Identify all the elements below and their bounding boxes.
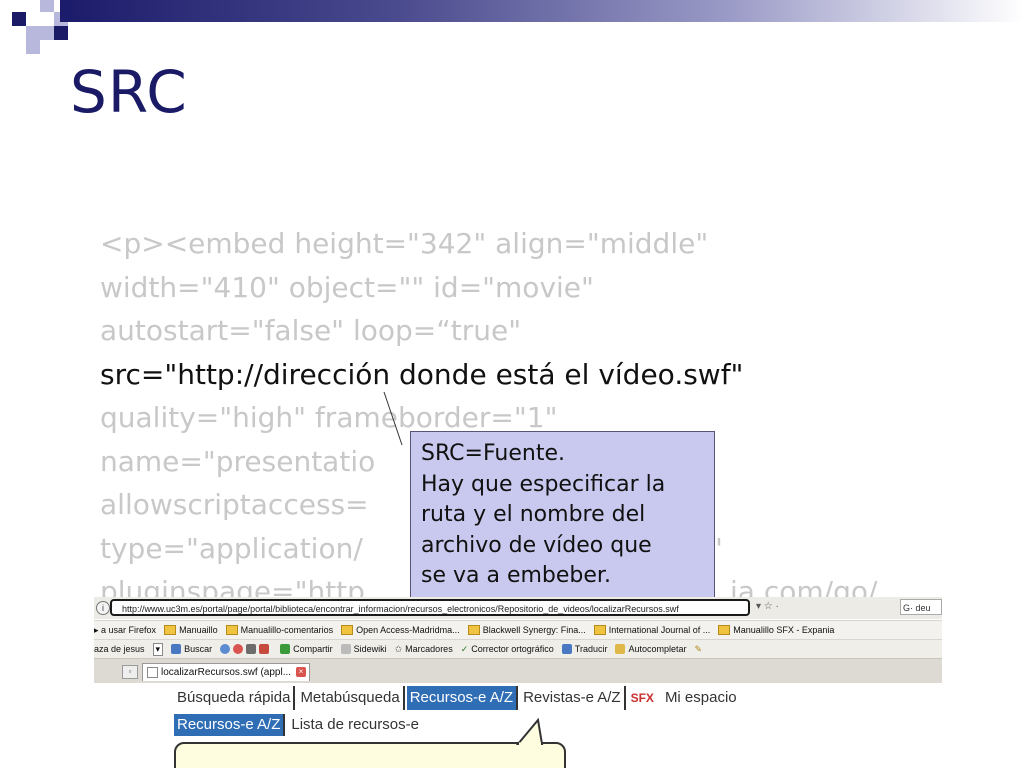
toolbar-label: Sidewiki — [353, 644, 387, 654]
toolbar-bookmarks-button[interactable]: ✩ Marcadores — [395, 644, 453, 655]
bookmark-label: Open Access-Madridma... — [356, 625, 460, 635]
check-icon: ✓ — [460, 643, 469, 654]
bookmark-label: Manualillo-comentarios — [240, 625, 334, 635]
bookmark-item[interactable]: Manuaillo — [164, 625, 218, 635]
folder-icon — [341, 625, 354, 635]
header-gradient-bar — [60, 0, 1024, 22]
bookmark-label: Manualillo SFX - Expania — [733, 625, 835, 635]
google-toolbar: aza de jesus ▾ Buscar Compartir Sidewiki… — [94, 639, 942, 658]
autofill-icon — [615, 644, 626, 654]
deco-square — [40, 0, 54, 12]
close-icon[interactable]: × — [296, 667, 306, 677]
speech-bubble — [174, 742, 566, 768]
star-icon: ✩ — [394, 643, 403, 654]
toolbar-spellcheck-button[interactable]: ✓ Corrector ortográfico — [461, 644, 554, 655]
bookmark-item[interactable]: Open Access-Madridma... — [341, 625, 460, 635]
bookmark-label: a usar Firefox — [101, 625, 157, 635]
deco-square — [54, 26, 68, 40]
bookmarks-bar: ▸ a usar Firefox Manuaillo Manualillo-co… — [94, 620, 942, 639]
bookmark-label: International Journal of ... — [608, 625, 711, 635]
callout-line: se va a embeber. — [421, 563, 611, 588]
nav-item-revistas-e[interactable]: Revistas-e A/Z — [520, 686, 626, 710]
toolbar-sidewiki-button[interactable]: Sidewiki — [340, 644, 387, 654]
slide-title: SRC — [70, 58, 188, 126]
toolbar-search-button[interactable]: Buscar — [171, 644, 212, 654]
sub-item-lista-recursos[interactable]: Lista de recursos-e — [288, 714, 422, 736]
callout-line: SRC=Fuente. — [421, 441, 565, 466]
bookmark-item[interactable]: Manualillo SFX - Expania — [718, 625, 834, 635]
nav-item-mi-espacio[interactable]: Mi espacio — [662, 686, 740, 710]
callout-box: SRC=Fuente. Hay que especificar la ruta … — [410, 431, 715, 601]
toolbar-pencil-button[interactable]: ✎ — [695, 644, 703, 655]
library-sub-menu: Recursos-e A/Z Lista de recursos-e — [174, 714, 425, 736]
callout-line: Hay que especificar la — [421, 471, 666, 497]
toolbar-label: Buscar — [184, 644, 213, 654]
bookmark-label: Manuaillo — [179, 625, 218, 635]
toolbar-label: Corrector ortográfico — [471, 644, 554, 654]
toolbar-label: Compartir — [293, 644, 333, 654]
folder-icon — [164, 625, 177, 635]
sub-item-recursos-e[interactable]: Recursos-e A/Z — [174, 714, 286, 736]
speech-bubble-tail — [516, 718, 544, 746]
code-line: <p><embed height="342" align="middle" — [100, 227, 709, 260]
callout-line: archivo de vídeo que — [421, 532, 652, 558]
heart-icon — [233, 644, 244, 654]
bookmark-label: Blackwell Synergy: Fina... — [482, 625, 586, 635]
home-icon — [246, 644, 257, 654]
callout-line: ruta y el nombre del — [421, 502, 646, 527]
tab-strip: ▫ localizarRecursos.swf (appl... × — [94, 658, 942, 683]
toolbar-translate-button[interactable]: Traducir — [561, 644, 608, 654]
toolbar-search-field[interactable]: aza de jesus — [94, 644, 145, 654]
search-icon — [171, 644, 182, 654]
code-line-highlighted: src="http://dirección donde está el víde… — [100, 357, 744, 391]
nav-item-metabusqueda[interactable]: Metabúsqueda — [297, 686, 405, 710]
folder-icon — [467, 625, 480, 635]
sidewiki-icon — [340, 644, 351, 654]
code-line: width="410" object="" id="movie" — [100, 270, 594, 304]
info-icon[interactable]: i — [96, 601, 110, 615]
toolbar-label: Traducir — [574, 644, 608, 654]
tab-title: localizarRecursos.swf (appl... — [161, 667, 292, 678]
bookmark-item[interactable]: Manualillo-comentarios — [225, 625, 334, 635]
url-field[interactable]: http://www.uc3m.es/portal/page/portal/bi… — [110, 599, 750, 616]
folder-icon — [718, 625, 731, 635]
browser-screenshot: i http://www.uc3m.es/portal/page/portal/… — [94, 597, 942, 768]
toolbar-autofill-button[interactable]: Autocompletar — [615, 644, 687, 654]
tab-scroll-button[interactable]: ▫ — [122, 665, 138, 679]
globe-icon — [220, 644, 231, 654]
arrow-icon: ▸ — [94, 624, 102, 635]
translate-icon — [561, 644, 572, 654]
library-nav-menu: Búsqueda rápida Metabúsqueda Recursos-e … — [174, 686, 742, 710]
deco-square — [40, 26, 54, 40]
nav-item-recursos-e[interactable]: Recursos-e A/Z — [406, 686, 519, 710]
chevron-down-icon: ▾ — [152, 642, 164, 656]
code-line-text: type="application/ — [100, 531, 363, 565]
address-bar-controls[interactable]: ▾ ☆ · — [756, 601, 779, 612]
folder-icon — [593, 625, 606, 635]
share-icon — [280, 644, 291, 654]
bookmark-item[interactable]: International Journal of ... — [593, 625, 711, 635]
google-search-box[interactable]: G· deu — [900, 599, 942, 615]
bookmark-item[interactable]: ▸ a usar Firefox — [94, 625, 156, 636]
address-bar-row: i http://www.uc3m.es/portal/page/portal/… — [94, 597, 942, 619]
nav-item-sfx[interactable]: SFX — [628, 686, 660, 710]
toolbar-share-button[interactable]: Compartir — [280, 644, 333, 654]
browser-tab[interactable]: localizarRecursos.swf (appl... × — [142, 663, 310, 681]
folder-icon — [225, 625, 238, 635]
toolbar-icons[interactable] — [220, 644, 272, 654]
nav-item-busqueda-rapida[interactable]: Búsqueda rápida — [174, 686, 296, 710]
pencil-icon: ✎ — [694, 643, 703, 654]
toolbar-search-dropdown[interactable]: ▾ — [152, 642, 164, 656]
deco-square — [26, 40, 40, 54]
toolbar-label: Autocompletar — [628, 644, 687, 654]
toolbar-label: Marcadores — [405, 644, 453, 654]
code-line: autostart="false" loop=“true" — [100, 314, 522, 347]
deco-square — [26, 26, 40, 40]
bookmark-item[interactable]: Blackwell Synergy: Fina... — [467, 625, 586, 635]
page-icon — [147, 666, 158, 678]
deco-square — [12, 12, 26, 26]
mail-icon — [259, 644, 270, 654]
